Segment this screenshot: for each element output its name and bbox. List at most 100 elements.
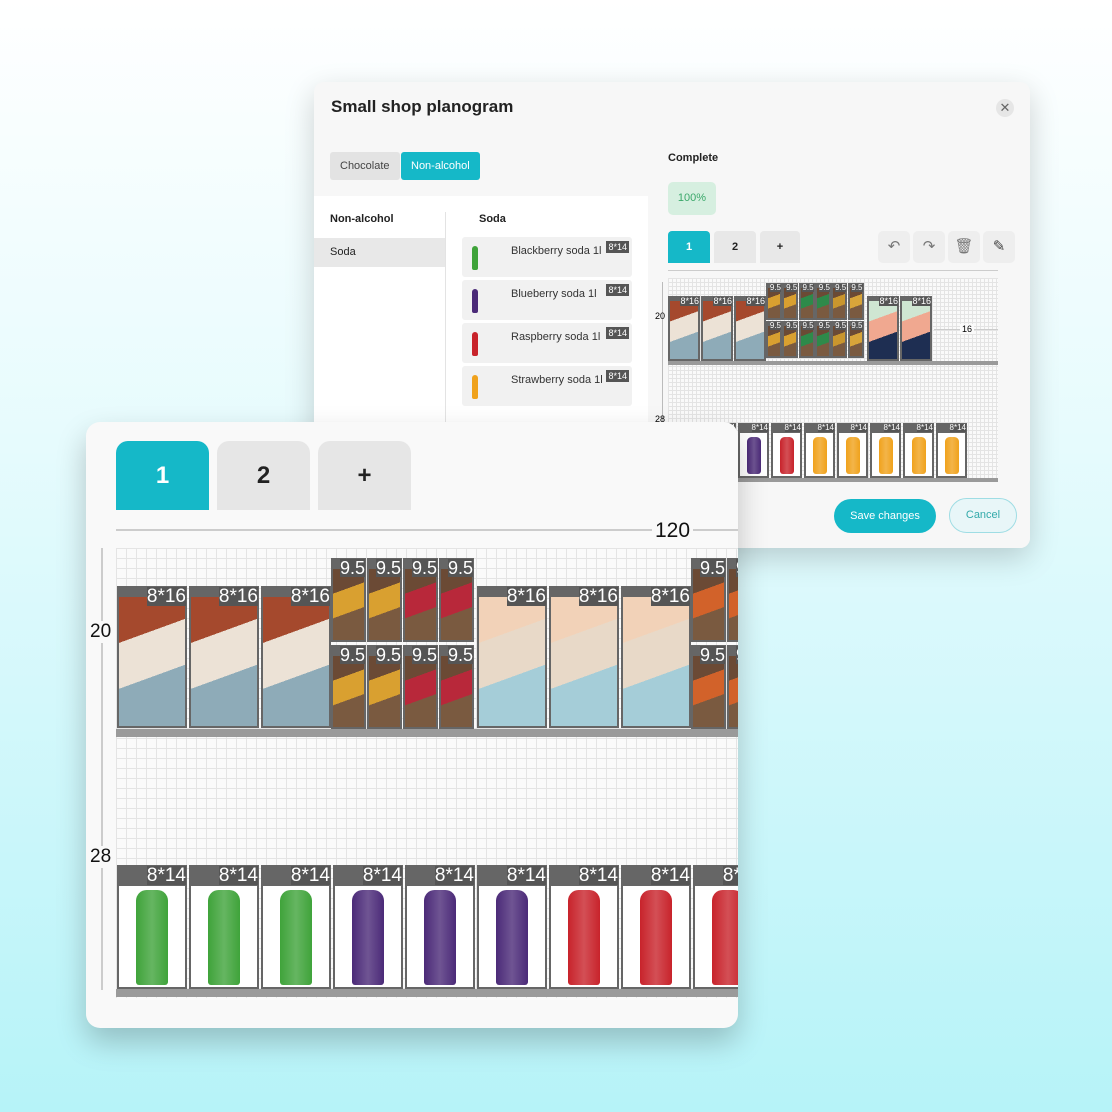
size-label: 9.5 bbox=[835, 321, 847, 330]
product-box[interactable]: 9.5 bbox=[439, 558, 474, 642]
bottle-icon bbox=[472, 375, 478, 399]
size-label: 8*14 bbox=[817, 423, 834, 432]
product-bottle[interactable]: 8*14 bbox=[837, 423, 868, 478]
product-image bbox=[369, 569, 400, 640]
product-image bbox=[703, 301, 731, 359]
product-box[interactable]: 9.5 bbox=[691, 558, 726, 642]
product-box[interactable]: 9.5 bbox=[766, 321, 782, 358]
product-box[interactable]: 9.5 bbox=[831, 321, 848, 358]
size-badge: 8*14 bbox=[606, 327, 629, 339]
front-page-tab-add[interactable]: + bbox=[318, 441, 411, 510]
delete-icon[interactable]: 🗑 bbox=[948, 231, 980, 263]
product-box[interactable]: 9.5 bbox=[691, 645, 726, 729]
product-bottle[interactable]: 8*14 bbox=[621, 865, 691, 989]
product-box[interactable]: 9.5 bbox=[814, 321, 831, 358]
product-bottle[interactable]: 8*14 bbox=[804, 423, 835, 478]
product-bottle[interactable]: 8*14 bbox=[549, 865, 619, 989]
product-image bbox=[784, 288, 797, 318]
product-box[interactable]: 8*16 bbox=[621, 586, 691, 728]
size-label: 9.5 bbox=[818, 321, 830, 330]
product-image bbox=[693, 656, 724, 727]
product-bottle[interactable]: 8*14 bbox=[189, 865, 259, 989]
product-list-item[interactable]: Raspberry soda 1l 8*14 bbox=[462, 323, 632, 363]
edit-icon[interactable]: ✎ bbox=[983, 231, 1015, 263]
bottle-icon bbox=[568, 890, 600, 985]
bottle-icon bbox=[472, 332, 478, 356]
product-box[interactable]: 8*16 bbox=[189, 586, 259, 728]
redo-icon[interactable]: ↷ bbox=[913, 231, 945, 263]
product-box[interactable]: 8*16 bbox=[734, 296, 766, 361]
product-box[interactable]: 9.5 bbox=[727, 645, 738, 729]
product-bottle[interactable]: 8*14 bbox=[117, 865, 187, 989]
product-bottle[interactable]: 8*14 bbox=[333, 865, 403, 989]
product-box[interactable]: 8*16 bbox=[261, 586, 331, 728]
group-header: Non-alcohol bbox=[330, 213, 394, 225]
size-label: 8*14 bbox=[916, 423, 933, 432]
size-label: 9.5 bbox=[835, 283, 847, 292]
product-image bbox=[833, 288, 846, 318]
product-box[interactable]: 8*16 bbox=[668, 296, 700, 361]
product-box[interactable]: 8*16 bbox=[867, 296, 899, 361]
close-icon[interactable]: ✕ bbox=[996, 99, 1014, 117]
tab-non-alcohol[interactable]: Non-alcohol bbox=[401, 152, 480, 180]
product-bottle[interactable]: 8*14 bbox=[936, 423, 967, 478]
cancel-button[interactable]: Cancel bbox=[949, 498, 1017, 533]
undo-icon[interactable]: ↶ bbox=[878, 231, 910, 263]
product-box[interactable]: 9.5 bbox=[798, 321, 815, 358]
product-bottle[interactable]: 8*14 bbox=[738, 423, 769, 478]
product-image bbox=[833, 326, 846, 356]
product-image bbox=[816, 288, 829, 318]
page-tab-add[interactable]: + bbox=[760, 231, 800, 263]
size-label: 8*16 bbox=[680, 296, 699, 306]
front-page-tab-2[interactable]: 2 bbox=[217, 441, 310, 510]
product-box[interactable]: 9.5 bbox=[847, 283, 864, 320]
product-box[interactable]: 8*16 bbox=[900, 296, 932, 361]
product-box[interactable]: 9.5 bbox=[331, 558, 366, 642]
product-list-item[interactable]: Strawberry soda 1l 8*14 bbox=[462, 366, 632, 406]
product-bottle[interactable]: 8*14 bbox=[693, 865, 738, 989]
size-label: 8*16 bbox=[650, 586, 690, 607]
product-list-item[interactable]: Blueberry soda 1l 8*14 bbox=[462, 280, 632, 320]
product-list-item[interactable]: Blackberry soda 1l 8*14 bbox=[462, 237, 632, 277]
product-box[interactable]: 8*16 bbox=[549, 586, 619, 728]
product-bottle[interactable]: 8*14 bbox=[771, 423, 802, 478]
product-bottle[interactable]: 8*14 bbox=[903, 423, 934, 478]
page-tab-2[interactable]: 2 bbox=[714, 231, 756, 263]
product-bottle[interactable]: 8*14 bbox=[477, 865, 547, 989]
product-box[interactable]: 9.5 bbox=[831, 283, 848, 320]
product-bottle[interactable]: 8*14 bbox=[261, 865, 331, 989]
size-label: 8*14 bbox=[434, 865, 474, 886]
save-changes-button[interactable]: Save changes bbox=[834, 499, 936, 533]
product-box[interactable]: 9.5 bbox=[798, 283, 815, 320]
product-box[interactable]: 9.5 bbox=[814, 283, 831, 320]
size-label: 8*14 bbox=[146, 865, 186, 886]
product-box[interactable]: 8*16 bbox=[477, 586, 547, 728]
bottle-icon bbox=[878, 437, 893, 474]
product-box[interactable]: 8*16 bbox=[701, 296, 733, 361]
product-image bbox=[405, 656, 436, 727]
page-tab-1[interactable]: 1 bbox=[668, 231, 710, 263]
product-image bbox=[441, 656, 472, 727]
product-box[interactable]: 9.5 bbox=[782, 321, 799, 358]
size-label: 9.5 bbox=[699, 558, 725, 578]
front-page-tab-1[interactable]: 1 bbox=[116, 441, 209, 510]
product-box[interactable]: 8*16 bbox=[117, 586, 187, 728]
product-box[interactable]: 9.5 bbox=[439, 645, 474, 729]
bottle-icon bbox=[472, 246, 478, 270]
product-image bbox=[800, 326, 813, 356]
product-box[interactable]: 9.5 bbox=[331, 645, 366, 729]
product-box[interactable]: 9.5 bbox=[403, 645, 438, 729]
product-bottle[interactable]: 8*14 bbox=[870, 423, 901, 478]
product-box[interactable]: 9.5 bbox=[766, 283, 782, 320]
product-box[interactable]: 9.5 bbox=[727, 558, 738, 642]
product-box[interactable]: 9.5 bbox=[367, 645, 402, 729]
product-box[interactable]: 9.5 bbox=[367, 558, 402, 642]
tab-chocolate[interactable]: Chocolate bbox=[330, 152, 400, 180]
product-box[interactable]: 9.5 bbox=[847, 321, 864, 358]
product-box[interactable]: 9.5 bbox=[782, 283, 799, 320]
shelf bbox=[116, 729, 738, 737]
size-label: 8*16 bbox=[578, 586, 618, 607]
group-item-soda[interactable]: Soda bbox=[314, 238, 445, 267]
product-bottle[interactable]: 8*14 bbox=[405, 865, 475, 989]
product-box[interactable]: 9.5 bbox=[403, 558, 438, 642]
